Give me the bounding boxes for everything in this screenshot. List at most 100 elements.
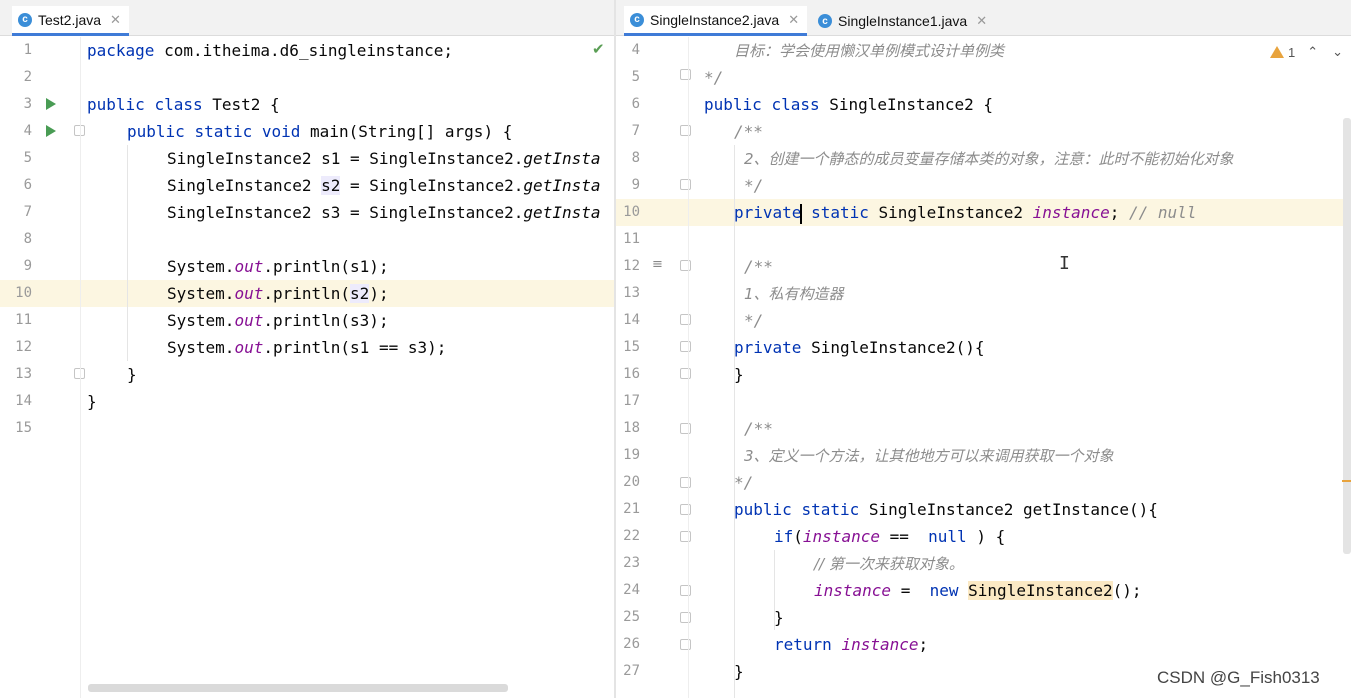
horizontal-scrollbar[interactable] — [88, 684, 508, 692]
line-number: 19 — [623, 447, 640, 463]
documentation-icon[interactable]: ≡ — [652, 257, 663, 272]
code-token: out — [234, 338, 264, 357]
code-line[interactable]: instance = new SingleInstance2(); — [814, 577, 1142, 604]
code-line[interactable]: System.out.println(s3); — [167, 307, 389, 334]
code-token: ) { — [976, 527, 1006, 546]
code-line[interactable]: SingleInstance2 s1 = SingleInstance2.get… — [167, 145, 600, 172]
line-number: 11 — [15, 312, 32, 328]
line-number: 6 — [631, 96, 640, 112]
code-token: instance — [814, 581, 892, 600]
code-token: s2 — [321, 176, 341, 195]
close-icon[interactable]: ✕ — [788, 12, 799, 28]
code-line[interactable]: */ — [704, 64, 723, 91]
editor-pane-test2[interactable]: c Test2.java ✕ 1 package com.itheima.d6_s… — [0, 0, 614, 698]
gutter-border — [80, 37, 81, 698]
fold-icon[interactable] — [680, 260, 691, 271]
code-line[interactable]: package com.itheima.d6_singleinstance; — [87, 37, 453, 64]
chevron-up-icon[interactable]: ⌃ — [1307, 44, 1318, 60]
close-icon[interactable]: ✕ — [976, 13, 987, 29]
fold-icon[interactable] — [680, 585, 691, 596]
code-line[interactable]: } — [774, 604, 784, 631]
fold-icon[interactable] — [680, 477, 691, 488]
code-line[interactable]: */ — [744, 172, 763, 199]
code-token: SingleInstance2(){ — [811, 338, 985, 357]
fold-icon[interactable] — [680, 639, 691, 650]
code-line[interactable]: 目标：学会使用懒汉单例模式设计单例类 — [734, 37, 1004, 64]
code-line[interactable]: */ — [734, 469, 753, 496]
code-line[interactable]: if(instance == null ) { — [774, 523, 1005, 550]
code-line[interactable]: // 第一次来获取对象。 — [814, 550, 964, 577]
tab-bar-right: c SingleInstance2.java ✕ c SingleInstanc… — [616, 0, 1351, 36]
tab-bar-left: c Test2.java ✕ — [0, 0, 614, 36]
vertical-scrollbar[interactable] — [1343, 118, 1351, 554]
fold-icon[interactable] — [680, 314, 691, 325]
code-token: (); — [1112, 581, 1142, 600]
line-number: 7 — [23, 204, 32, 220]
code-line[interactable]: 2、创建一个静态的成员变量存储本类的对象，注意：此时不能初始化对象 — [744, 145, 1234, 172]
code-comment: 3、定义一个方法，让其他地方可以来调用获取一个对象 — [744, 447, 1114, 465]
code-line[interactable]: public class Test2 { — [87, 91, 280, 118]
code-token: SingleInstance2 — [878, 203, 1033, 222]
editor-pane-singleinstance2[interactable]: c SingleInstance2.java ✕ c SingleInstanc… — [616, 0, 1351, 698]
code-line[interactable]: } — [127, 361, 137, 388]
code-line[interactable]: /** — [744, 253, 773, 280]
code-token: System. — [167, 257, 235, 276]
code-keyword: private — [734, 338, 802, 357]
code-line[interactable]: private static SingleInstance2 instance;… — [734, 199, 1196, 226]
code-line[interactable]: /** — [744, 415, 773, 442]
code-line[interactable]: 1、私有构造器 — [744, 280, 844, 307]
fold-icon[interactable] — [680, 69, 691, 80]
close-icon[interactable]: ✕ — [110, 12, 121, 28]
fold-icon[interactable] — [680, 612, 691, 623]
tab-test2-java[interactable]: c Test2.java ✕ — [12, 6, 129, 36]
line-number: 11 — [623, 231, 640, 247]
inspection-widget[interactable]: 1 ⌃ ⌄ — [1269, 44, 1343, 60]
chevron-down-icon[interactable]: ⌄ — [1332, 44, 1343, 60]
code-line[interactable]: SingleInstance2 s2 = SingleInstance2.get… — [167, 172, 600, 199]
code-line[interactable]: System.out.println(s1); — [167, 253, 389, 280]
code-line[interactable]: System.out.println(s2); — [167, 280, 389, 307]
java-class-icon: c — [18, 12, 32, 27]
fold-icon[interactable] — [680, 341, 691, 352]
code-line[interactable]: public static SingleInstance2 getInstanc… — [734, 496, 1158, 523]
code-comment: 2、创建一个静态的成员变量存储本类的对象，注意：此时不能初始化对象 — [744, 150, 1234, 168]
tab-singleinstance2-java[interactable]: c SingleInstance2.java ✕ — [624, 6, 808, 36]
code-keyword: if — [774, 527, 794, 546]
fold-icon[interactable] — [680, 125, 691, 136]
fold-icon[interactable] — [680, 179, 691, 190]
fold-icon[interactable] — [680, 423, 691, 434]
code-line[interactable]: } — [734, 361, 744, 388]
code-token: out — [234, 284, 264, 303]
code-line[interactable]: */ — [744, 307, 763, 334]
code-line[interactable]: private SingleInstance2(){ — [734, 334, 984, 361]
watermark: CSDN @G_Fish0313 — [1157, 668, 1320, 687]
code-keyword: class — [154, 95, 203, 114]
code-line[interactable]: SingleInstance2 s3 = SingleInstance2.get… — [167, 199, 600, 226]
code-keyword: public — [127, 122, 185, 141]
fold-icon[interactable] — [680, 504, 691, 515]
code-line[interactable]: return instance; — [774, 631, 928, 658]
code-comment: */ — [734, 473, 754, 492]
tab-label: Test2.java — [38, 11, 102, 28]
code-line[interactable]: 3、定义一个方法，让其他地方可以来调用获取一个对象 — [744, 442, 1114, 469]
run-icon[interactable] — [46, 98, 56, 110]
line-number: 14 — [15, 393, 32, 409]
code-token: ; — [1109, 203, 1120, 222]
warning-stripe-mark[interactable] — [1342, 480, 1351, 482]
code-token: out — [234, 311, 264, 330]
code-line[interactable]: public static void main(String[] args) { — [127, 118, 512, 145]
gutter-border — [688, 37, 689, 698]
line-number: 15 — [15, 420, 32, 436]
code-line[interactable]: } — [87, 388, 97, 415]
code-keyword: static — [801, 500, 860, 519]
tab-singleinstance1-java[interactable]: c SingleInstance1.java ✕ — [812, 6, 995, 36]
code-line[interactable]: System.out.println(s1 == s3); — [167, 334, 446, 361]
code-line[interactable]: public class SingleInstance2 { — [704, 91, 993, 118]
fold-icon[interactable] — [680, 531, 691, 542]
line-number: 5 — [23, 150, 32, 166]
code-token: instance — [841, 635, 919, 654]
fold-icon[interactable] — [680, 368, 691, 379]
code-line[interactable]: } — [734, 658, 744, 685]
code-line[interactable]: /** — [734, 118, 763, 145]
run-icon[interactable] — [46, 125, 56, 137]
